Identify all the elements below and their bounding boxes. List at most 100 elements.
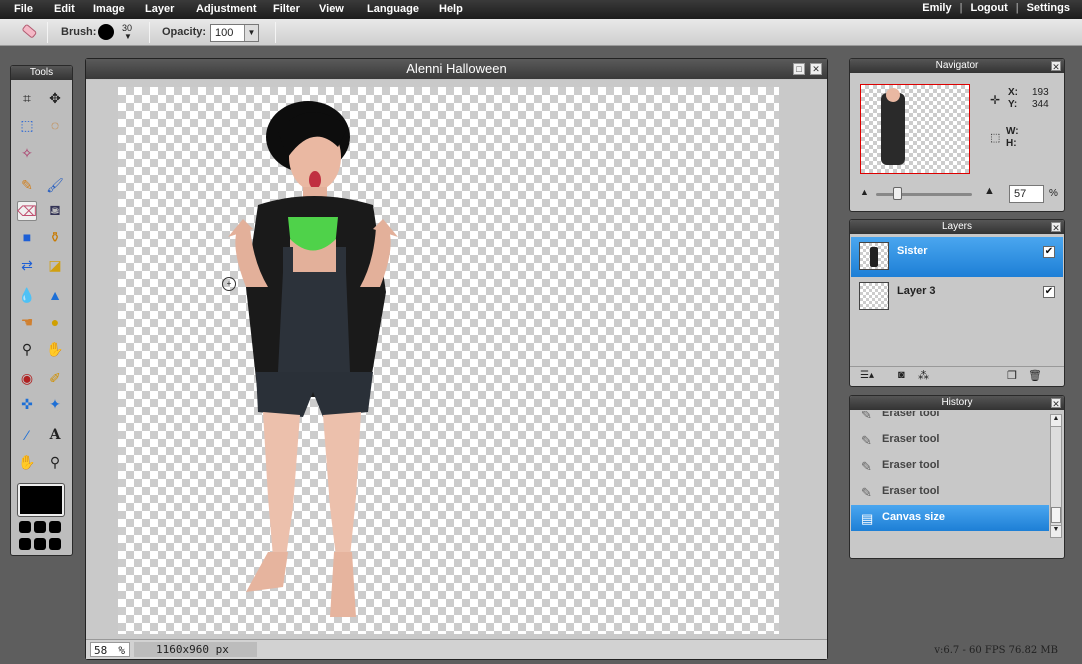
canvas[interactable]: + — [118, 87, 779, 634]
scroll-thumb[interactable] — [1051, 507, 1061, 523]
navigator-panel: Navigator ✕ ✛ X: 193 Y: 344 ⬚ W: H: ▲ ▲ 5… — [849, 58, 1065, 212]
drawing-icon[interactable]: ◪ — [45, 255, 65, 275]
history-item[interactable]: ✎ Eraser tool — [851, 479, 1049, 505]
layer-settings-icon[interactable]: ☰▴ — [860, 370, 874, 381]
red-eye-icon[interactable]: ◉ — [17, 368, 37, 388]
replace-color-icon[interactable]: ⇄ — [17, 255, 37, 275]
eraser-icon[interactable]: ⌫ — [17, 201, 37, 221]
stamp-icon[interactable]: ⚱ — [45, 227, 65, 247]
blur-icon[interactable]: 💧 — [17, 285, 37, 305]
layer-style-icon[interactable]: ⁂ — [918, 369, 929, 382]
settings-link[interactable]: Settings — [1023, 2, 1074, 14]
logout-link[interactable]: Logout — [966, 2, 1011, 14]
type-icon[interactable]: A — [45, 425, 65, 445]
zoom-field[interactable]: 58 % — [90, 642, 130, 657]
menu-image[interactable]: Image — [93, 3, 125, 15]
zoom-icon[interactable]: ⚲ — [45, 452, 65, 472]
marquee-icon[interactable]: ⬚ — [17, 115, 37, 135]
navigator-thumbnail[interactable] — [860, 84, 970, 174]
grid-view-icon[interactable] — [19, 521, 65, 551]
pinch-icon[interactable]: ✦ — [45, 394, 65, 414]
burn-icon[interactable]: ✋ — [45, 339, 65, 359]
layer-row-sister[interactable]: Sister ✔ — [851, 237, 1063, 277]
close-icon[interactable]: ✕ — [1051, 61, 1061, 72]
maximize-icon[interactable]: □ — [793, 63, 805, 75]
menu-help[interactable]: Help — [439, 3, 463, 15]
smudge-icon[interactable]: ☚ — [17, 312, 37, 332]
move-icon[interactable]: ✥ — [45, 88, 65, 108]
layers-title: Layers — [941, 221, 972, 232]
username-link[interactable]: Emily — [918, 2, 955, 14]
history-item[interactable]: ✎ Eraser tool — [851, 453, 1049, 479]
layer-thumbnail — [859, 282, 889, 310]
opacity-input[interactable]: 100 ▼ — [210, 24, 259, 42]
options-bar: Brush: 30 ▼ Opacity: 100 ▼ — [0, 19, 1082, 46]
nav-y-value: 344 — [1032, 99, 1049, 110]
close-icon[interactable]: ✕ — [1051, 222, 1061, 233]
document-titlebar[interactable]: Alenni Halloween □ ✕ — [86, 59, 827, 79]
separator: | — [959, 2, 963, 14]
nav-zoom-value: 57 — [1014, 188, 1027, 200]
nav-x-value: 193 — [1032, 87, 1049, 98]
menu-layer[interactable]: Layer — [145, 3, 174, 15]
brush-preview-icon[interactable] — [98, 24, 114, 40]
history-scrollbar[interactable]: ▲ ▼ — [1050, 414, 1062, 538]
history-item-label: Eraser tool — [882, 433, 940, 445]
menu-adjustment[interactable]: Adjustment — [196, 3, 257, 15]
history-item[interactable]: ✎ Eraser tool — [851, 411, 1049, 427]
menu-language[interactable]: Language — [367, 3, 419, 15]
nav-h-label: H: — [1006, 138, 1017, 149]
layer-row-layer3[interactable]: Layer 3 ✔ — [851, 277, 1063, 317]
hand-icon[interactable]: ✋ — [17, 452, 37, 472]
opacity-value: 100 — [215, 27, 234, 39]
layer-mask-icon[interactable]: ◙ — [898, 369, 905, 381]
trash-icon[interactable]: 🗑 — [1028, 369, 1042, 382]
magic-wand-icon[interactable]: ✧ — [17, 143, 37, 163]
document-window: Alenni Halloween □ ✕ + 58 % 1160x960 px — [85, 58, 828, 660]
history-item[interactable]: ✎ Eraser tool — [851, 427, 1049, 453]
eraser-icon: ✎ — [861, 433, 872, 448]
close-icon[interactable]: ✕ — [1051, 398, 1061, 409]
color-picker-icon[interactable]: ⁄ — [17, 425, 37, 445]
menu-view[interactable]: View — [319, 3, 344, 15]
zoom-slider[interactable] — [876, 187, 972, 200]
layer-visibility-checkbox[interactable]: ✔ — [1043, 246, 1055, 258]
zoom-in-icon[interactable]: ▲ — [984, 185, 995, 197]
history-list: ✎ Eraser tool ✎ Eraser tool ✎ Eraser too… — [850, 411, 1050, 544]
crop-icon[interactable]: ⌗ — [17, 88, 37, 108]
bloat-icon[interactable]: ✜ — [17, 394, 37, 414]
zoom-unit: % — [118, 644, 125, 657]
sharpen-icon[interactable]: ▲ — [45, 285, 65, 305]
nav-x-label: X: — [1008, 87, 1018, 98]
menu-file[interactable]: File — [14, 3, 33, 15]
zoom-slider-thumb[interactable] — [893, 187, 902, 200]
crosshair-icon: ✛ — [990, 93, 1001, 107]
close-icon[interactable]: ✕ — [810, 63, 822, 75]
brush-icon[interactable]: 🖌 — [45, 175, 65, 195]
history-item[interactable]: ▤ Canvas size — [851, 505, 1049, 531]
brush-dropdown-icon[interactable]: ▼ — [124, 32, 132, 41]
scroll-up-icon[interactable]: ▲ — [1051, 415, 1061, 427]
dodge-icon[interactable]: ⚲ — [17, 339, 37, 359]
lasso-icon[interactable]: ◌ — [45, 115, 65, 135]
spot-heal-icon[interactable]: ✐ — [45, 368, 65, 388]
pencil-icon[interactable]: ✎ — [17, 175, 37, 195]
nav-zoom-input[interactable]: 57 — [1009, 185, 1044, 203]
chevron-down-icon[interactable]: ▼ — [244, 25, 258, 41]
scroll-down-icon[interactable]: ▼ — [1051, 525, 1061, 537]
layer-visibility-checkbox[interactable]: ✔ — [1043, 286, 1055, 298]
sponge-icon[interactable]: ● — [45, 312, 65, 332]
bucket-icon[interactable]: ⛾ — [45, 201, 65, 221]
history-item-label: Canvas size — [882, 511, 945, 523]
color-swatch[interactable] — [17, 483, 65, 517]
document-size: 1160x960 px — [134, 642, 257, 657]
menu-edit[interactable]: Edit — [54, 3, 75, 15]
opacity-label: Opacity: — [162, 26, 207, 38]
menu-filter[interactable]: Filter — [273, 3, 300, 15]
zoom-out-icon[interactable]: ▲ — [860, 187, 869, 197]
eraser-tool-icon[interactable] — [18, 23, 38, 41]
new-layer-icon[interactable]: ❐ — [1007, 369, 1017, 382]
document-icon: ▤ — [861, 511, 874, 526]
nav-w-label: W: — [1006, 126, 1019, 137]
gradient-icon[interactable]: ■ — [17, 227, 37, 247]
